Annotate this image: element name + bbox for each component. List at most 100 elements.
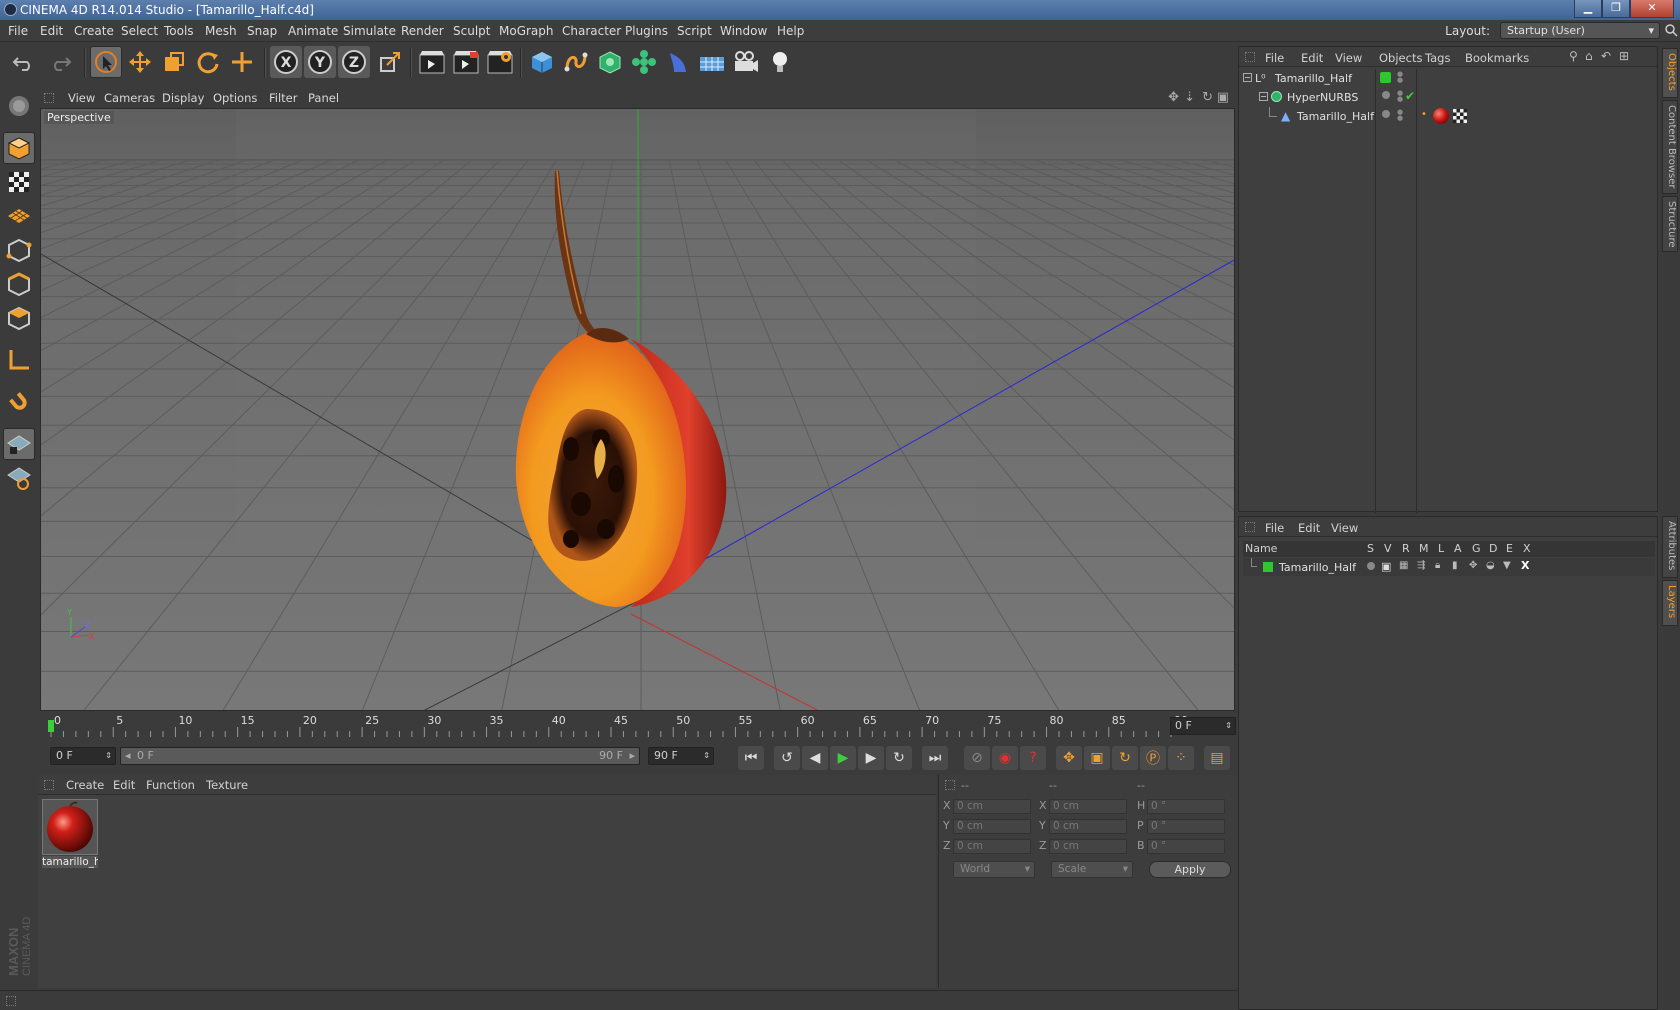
object-row-hypernurbs[interactable]: − HyperNURBS ● ● ✔	[1239, 88, 1657, 107]
x-axis-lock-icon[interactable]: X	[270, 46, 302, 78]
rotation-h-field[interactable]: 0 °	[1147, 799, 1225, 814]
search-icon[interactable]	[1664, 23, 1678, 37]
key-parameter-icon[interactable]: Ⓟ	[1140, 746, 1166, 770]
layer-color-swatch[interactable]	[1263, 562, 1273, 572]
render-view-icon[interactable]	[416, 46, 448, 78]
previous-frame-button[interactable]: ◀	[802, 746, 828, 770]
menu-mograph[interactable]: MoGraph	[499, 24, 554, 38]
viewport-menu-panel[interactable]: Panel	[308, 91, 339, 105]
object-row-tamarillo-half[interactable]: − L⁰ Tamarillo_Half ● ●	[1239, 69, 1657, 88]
manager-toggle-icon[interactable]: ⇶	[1417, 560, 1425, 571]
position-z-field[interactable]: 0 cm	[953, 839, 1031, 854]
go-to-start-button[interactable]: ⏮	[738, 746, 764, 770]
apply-button[interactable]: Apply	[1149, 861, 1231, 878]
key-scale-icon[interactable]: ▣	[1084, 746, 1110, 770]
render-settings-icon[interactable]	[484, 46, 516, 78]
frame-range-slider[interactable]: ◂ 0 F 90 F ▸	[120, 747, 640, 765]
texture-mode-icon[interactable]	[3, 166, 35, 198]
stepper-icon[interactable]: ⇕	[703, 748, 710, 764]
viewport-camera-label[interactable]: Perspective	[44, 111, 114, 124]
panel-grip-icon[interactable]	[1245, 522, 1255, 532]
key-rotation-icon[interactable]: ↻	[1112, 746, 1138, 770]
coordinate-system-icon[interactable]	[374, 46, 406, 78]
visibility-dots-icon[interactable]: ● ●	[1397, 71, 1403, 84]
material-name[interactable]: tamarillo_h	[42, 856, 98, 868]
xref-toggle-icon[interactable]: X	[1521, 559, 1529, 572]
end-frame-field[interactable]: 90 F ⇕	[648, 747, 714, 765]
object-menu-tags[interactable]: Tags	[1425, 51, 1450, 65]
layer-menu-view[interactable]: View	[1331, 521, 1358, 535]
visibility-dots-icon[interactable]: ● ●	[1397, 90, 1403, 103]
live-selection-icon[interactable]	[90, 46, 122, 78]
close-button[interactable]: ✕	[1630, 0, 1674, 18]
current-frame-field[interactable]: 0 F ⇕	[1170, 717, 1236, 735]
layer-col-locked[interactable]: L	[1438, 542, 1444, 555]
menu-character[interactable]: Character	[562, 24, 621, 38]
rotation-b-field[interactable]: 0 °	[1147, 839, 1225, 854]
timeline-window-icon[interactable]: ▤	[1204, 746, 1230, 770]
layer-col-expressions[interactable]: E	[1506, 542, 1513, 555]
scale-icon[interactable]	[158, 46, 190, 78]
floor-icon[interactable]	[696, 46, 728, 78]
help-key-icon[interactable]: ?	[1020, 746, 1046, 770]
move-icon[interactable]	[124, 46, 156, 78]
perspective-viewport[interactable]: Y X Z Perspective	[40, 108, 1235, 711]
collapse-toggle-icon[interactable]: −	[1259, 92, 1268, 101]
rotation-p-field[interactable]: 0 °	[1147, 819, 1225, 834]
rotate-view-icon[interactable]: ↻	[1202, 90, 1213, 105]
workplane-rotate-icon[interactable]	[3, 462, 35, 494]
next-key-button[interactable]: ↻	[886, 746, 912, 770]
zoom-view-icon[interactable]: ⇣	[1184, 90, 1195, 105]
deformer-toggle-icon[interactable]: ◒	[1486, 560, 1495, 571]
stepper-icon[interactable]: ⇕	[1225, 718, 1232, 734]
menu-create[interactable]: Create	[74, 24, 114, 38]
toggle-panel-icon[interactable]: ▣	[1217, 90, 1229, 105]
layer-col-generators[interactable]: G	[1472, 542, 1481, 555]
autokey-record-icon[interactable]: ◉	[992, 746, 1018, 770]
size-x-field[interactable]: 0 cm	[1049, 799, 1127, 814]
layout-dropdown[interactable]: Startup (User) ▾	[1500, 22, 1660, 39]
deformer-icon[interactable]	[662, 46, 694, 78]
start-frame-field[interactable]: 0 F ⇕	[50, 747, 116, 765]
object-menu-objects[interactable]: Objects	[1379, 51, 1422, 65]
nurbs-icon[interactable]	[594, 46, 626, 78]
render-toggle-icon[interactable]: ▦	[1399, 560, 1408, 571]
cube-icon[interactable]	[526, 46, 558, 78]
layer-col-xref[interactable]: X	[1523, 542, 1531, 555]
viewport-menu-display[interactable]: Display	[162, 91, 204, 105]
layer-col-solo[interactable]: S	[1367, 542, 1374, 555]
viewport-menu-filter[interactable]: Filter	[269, 91, 297, 105]
menu-file[interactable]: File	[8, 24, 28, 38]
position-y-field[interactable]: 0 cm	[953, 819, 1031, 834]
panel-grip-icon[interactable]	[6, 996, 16, 1006]
undo-icon[interactable]	[8, 46, 40, 78]
panel-grip-icon[interactable]	[44, 780, 54, 790]
menu-edit[interactable]: Edit	[40, 24, 63, 38]
next-frame-button[interactable]: ▶	[858, 746, 884, 770]
new-view-icon[interactable]: ⊞	[1619, 49, 1629, 63]
menu-animate[interactable]: Animate	[288, 24, 338, 38]
timeline-ruler[interactable]: 051015202530354045505560657075808590	[38, 713, 1235, 741]
menu-simulate[interactable]: Simulate	[343, 24, 396, 38]
menu-render[interactable]: Render	[401, 24, 444, 38]
object-menu-view[interactable]: View	[1335, 51, 1362, 65]
menu-window[interactable]: Window	[720, 24, 767, 38]
panel-grip-icon[interactable]	[945, 780, 955, 790]
generator-toggle-icon[interactable]: ✥	[1469, 560, 1477, 571]
object-menu-file[interactable]: File	[1265, 51, 1284, 65]
size-z-field[interactable]: 0 cm	[1049, 839, 1127, 854]
viewport-menu-view[interactable]: View	[68, 91, 95, 105]
polygon-mode-icon[interactable]	[3, 302, 35, 334]
tab-content-browser[interactable]: Content Browser	[1662, 100, 1678, 194]
panel-grip-icon[interactable]	[44, 93, 54, 103]
menu-sculpt[interactable]: Sculpt	[453, 24, 490, 38]
play-button[interactable]: ▶	[830, 746, 856, 770]
snap-magnet-icon[interactable]	[3, 386, 35, 418]
object-menu-edit[interactable]: Edit	[1301, 51, 1323, 65]
tab-structure[interactable]: Structure	[1662, 196, 1678, 252]
pan-view-icon[interactable]: ✥	[1168, 90, 1179, 105]
tab-objects[interactable]: Objects	[1662, 48, 1678, 98]
lock-workplane-icon[interactable]	[3, 428, 35, 460]
axis-mode-icon[interactable]	[3, 344, 35, 376]
position-x-field[interactable]: 0 cm	[953, 799, 1031, 814]
